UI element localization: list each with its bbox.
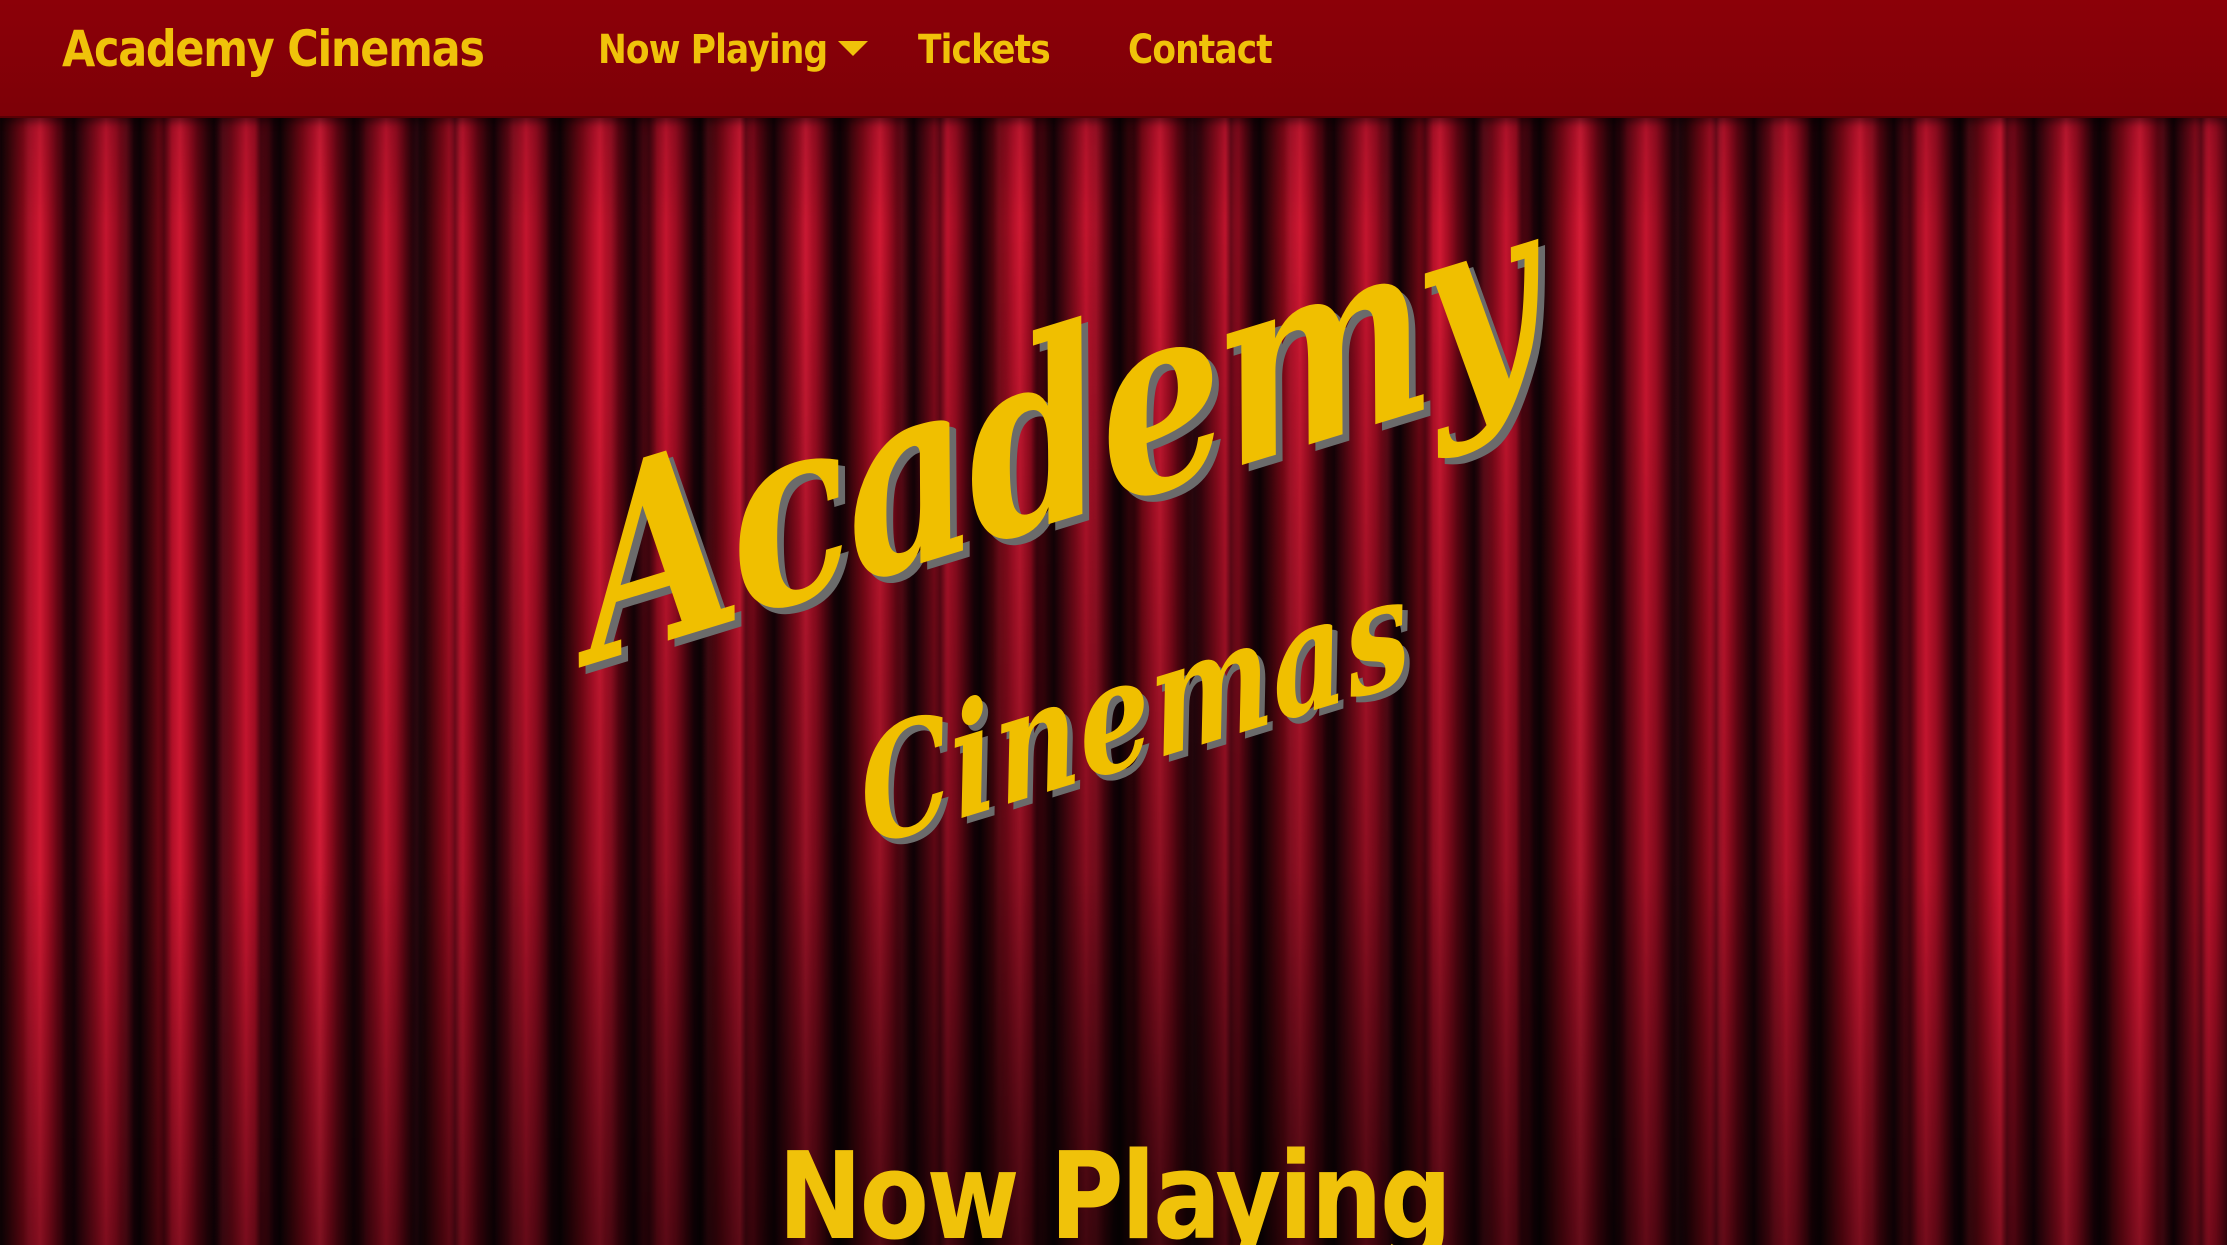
brand-link[interactable]: Academy Cinemas xyxy=(62,20,485,78)
chevron-down-icon xyxy=(838,40,868,56)
hero-logo: Academy Cinemas xyxy=(557,139,1680,890)
nav-contact-link[interactable]: Contact xyxy=(1128,27,1328,73)
nav-now-playing-dropdown[interactable]: Now Playing xyxy=(598,27,918,73)
nav-tickets-label: Tickets xyxy=(918,27,1051,73)
nav-now-playing-label: Now Playing xyxy=(598,27,828,73)
top-navbar: Academy Cinemas Now Playing Tickets Cont… xyxy=(0,0,2227,118)
now-playing-heading: Now Playing xyxy=(0,1138,2227,1245)
nav-links: Now Playing Tickets Contact xyxy=(598,24,1328,76)
now-playing-heading-text: Now Playing xyxy=(777,1128,1452,1245)
nav-tickets-link[interactable]: Tickets xyxy=(918,27,1128,73)
navbar-inner: Academy Cinemas Now Playing Tickets Cont… xyxy=(0,0,2227,116)
nav-contact-label: Contact xyxy=(1128,27,1273,73)
